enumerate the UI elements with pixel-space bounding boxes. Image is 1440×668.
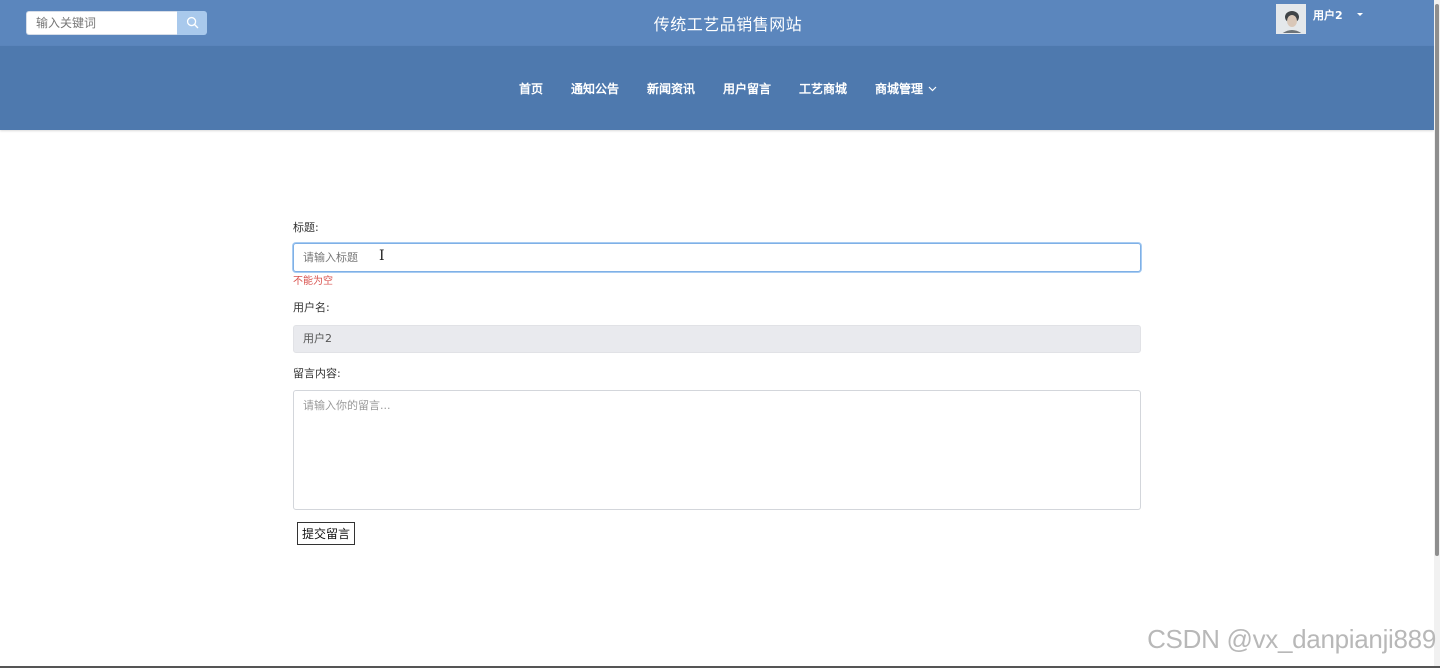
nav-home[interactable]: 首页 (519, 80, 543, 97)
title-input[interactable] (293, 243, 1141, 272)
chevron-down-icon (928, 81, 937, 95)
nav-craft-mall[interactable]: 工艺商城 (799, 80, 847, 97)
main-nav: 首页 通知公告 新闻资讯 用户留言 工艺商城 商城管理 (0, 46, 1440, 130)
nav-news[interactable]: 新闻资讯 (647, 80, 695, 97)
text-cursor-icon: I (379, 248, 385, 264)
user-name: 用户2 (1313, 9, 1343, 22)
username-field: 用户2 (293, 325, 1141, 353)
caret-down-icon (1356, 13, 1363, 16)
nav-notices[interactable]: 通知公告 (571, 80, 619, 97)
site-title: 传统工艺品销售网站 (653, 15, 803, 34)
scrollbar-thumb[interactable] (1435, 4, 1439, 556)
nav-mall-management[interactable]: 商城管理 (875, 80, 937, 97)
title-label: 标题: (293, 221, 319, 234)
message-content-textarea[interactable] (293, 390, 1141, 510)
submit-message-button[interactable]: 提交留言 (297, 522, 356, 545)
watermark: CSDN @vx_danpianji889 (1147, 624, 1436, 654)
nav-messages[interactable]: 用户留言 (723, 80, 771, 97)
nav-mall-management-label: 商城管理 (875, 81, 924, 96)
main-nav-bar: 首页 通知公告 新闻资讯 用户留言 工艺商城 商城管理 (0, 46, 1434, 130)
avatar (1276, 4, 1306, 34)
message-form: 标题: 不能为空 用户名: 用户2 留言内容: 提交留言 (293, 220, 1141, 545)
top-bar: 传统工艺品销售网站 用户2 (0, 0, 1434, 46)
username-label: 用户名: (293, 301, 330, 314)
content-label: 留言内容: (293, 367, 341, 380)
user-menu[interactable]: 用户2 (1276, 4, 1363, 36)
scrollbar[interactable] (1434, 0, 1440, 668)
title-error-message: 不能为空 (293, 276, 333, 287)
